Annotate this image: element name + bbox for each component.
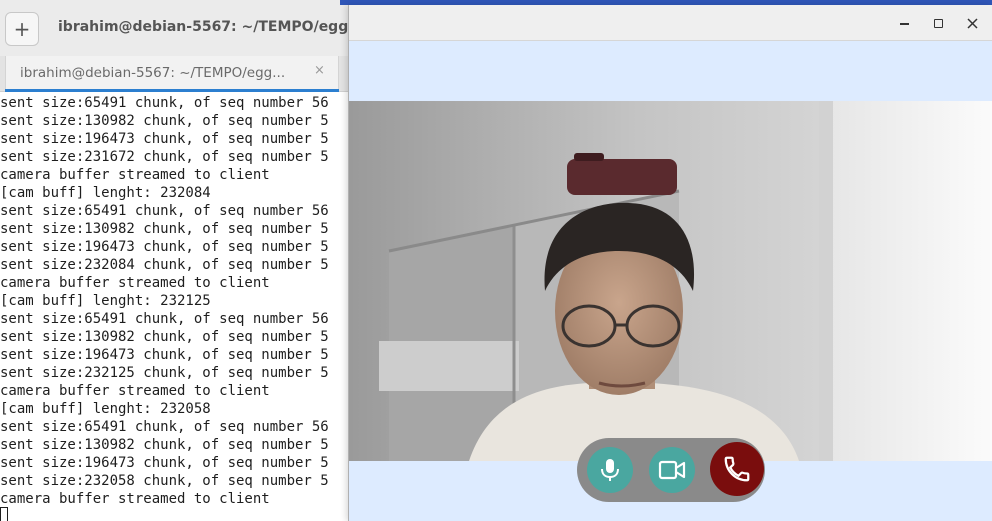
terminal-line: sent size:196473 chunk, of seq number 5 — [0, 131, 329, 147]
webcam-frame — [349, 101, 992, 461]
maximize-button[interactable] — [929, 14, 947, 32]
video-camera-icon — [658, 460, 686, 480]
tab-close-icon[interactable]: × — [314, 63, 325, 78]
hangup-button[interactable] — [710, 442, 764, 496]
terminal-line: sent size:65491 chunk, of seq number 56 — [0, 203, 329, 219]
terminal-cursor — [0, 507, 8, 521]
close-icon — [966, 17, 978, 29]
new-tab-button[interactable]: + — [5, 12, 39, 46]
window-titlebar[interactable] — [349, 5, 992, 41]
terminal-line: camera buffer streamed to client — [0, 167, 270, 183]
microphone-icon — [601, 459, 619, 481]
close-button[interactable] — [963, 14, 981, 32]
video-call-window — [348, 5, 992, 521]
terminal-line: [cam buff] lenght: 232084 — [0, 185, 211, 201]
webcam-video-feed — [349, 101, 992, 461]
terminal-line: sent size:65491 chunk, of seq number 56 — [0, 311, 329, 327]
terminal-tab[interactable]: ibrahim@debian-5567: ~/TEMPO/egg... × — [5, 56, 339, 92]
terminal-line: camera buffer streamed to client — [0, 491, 270, 507]
terminal-line: sent size:232084 chunk, of seq number 5 — [0, 257, 329, 273]
terminal-line: [cam buff] lenght: 232058 — [0, 401, 211, 417]
camera-button[interactable] — [649, 447, 695, 493]
terminal-line: sent size:130982 chunk, of seq number 5 — [0, 221, 329, 237]
terminal-line: sent size:196473 chunk, of seq number 5 — [0, 347, 329, 363]
terminal-line: sent size:196473 chunk, of seq number 5 — [0, 455, 329, 471]
terminal-tab-label: ibrahim@debian-5567: ~/TEMPO/egg... — [20, 65, 286, 81]
active-tab-indicator — [5, 89, 339, 92]
terminal-line: sent size:130982 chunk, of seq number 5 — [0, 329, 329, 345]
terminal-output[interactable]: sent size:65491 chunk, of seq number 56 s… — [0, 94, 360, 521]
terminal-line: camera buffer streamed to client — [0, 275, 270, 291]
minimize-button[interactable] — [895, 14, 913, 32]
call-controls-bar — [577, 438, 765, 502]
terminal-line: sent size:130982 chunk, of seq number 5 — [0, 113, 329, 129]
terminal-line: sent size:231672 chunk, of seq number 5 — [0, 149, 329, 165]
terminal-window-title: ibrahim@debian-5567: ~/TEMPO/eggs-a — [58, 19, 358, 35]
terminal-header-bar: + ibrahim@debian-5567: ~/TEMPO/eggs-a — [0, 0, 360, 56]
terminal-line: sent size:130982 chunk, of seq number 5 — [0, 437, 329, 453]
terminal-line: sent size:65491 chunk, of seq number 56 — [0, 95, 329, 111]
terminal-line: camera buffer streamed to client — [0, 383, 270, 399]
terminal-line: sent size:196473 chunk, of seq number 5 — [0, 239, 329, 255]
terminal-window: + ibrahim@debian-5567: ~/TEMPO/eggs-a ib… — [0, 0, 360, 521]
terminal-line: sent size:232058 chunk, of seq number 5 — [0, 473, 329, 489]
phone-hangup-icon — [724, 456, 750, 482]
terminal-line: sent size:65491 chunk, of seq number 56 — [0, 419, 329, 435]
terminal-line: [cam buff] lenght: 232125 — [0, 293, 211, 309]
minimize-icon — [899, 21, 909, 25]
terminal-line: sent size:232125 chunk, of seq number 5 — [0, 365, 329, 381]
terminal-tab-bar: ibrahim@debian-5567: ~/TEMPO/egg... × — [0, 56, 360, 92]
maximize-icon — [933, 18, 943, 28]
microphone-button[interactable] — [587, 447, 633, 493]
plus-icon: + — [13, 17, 31, 41]
